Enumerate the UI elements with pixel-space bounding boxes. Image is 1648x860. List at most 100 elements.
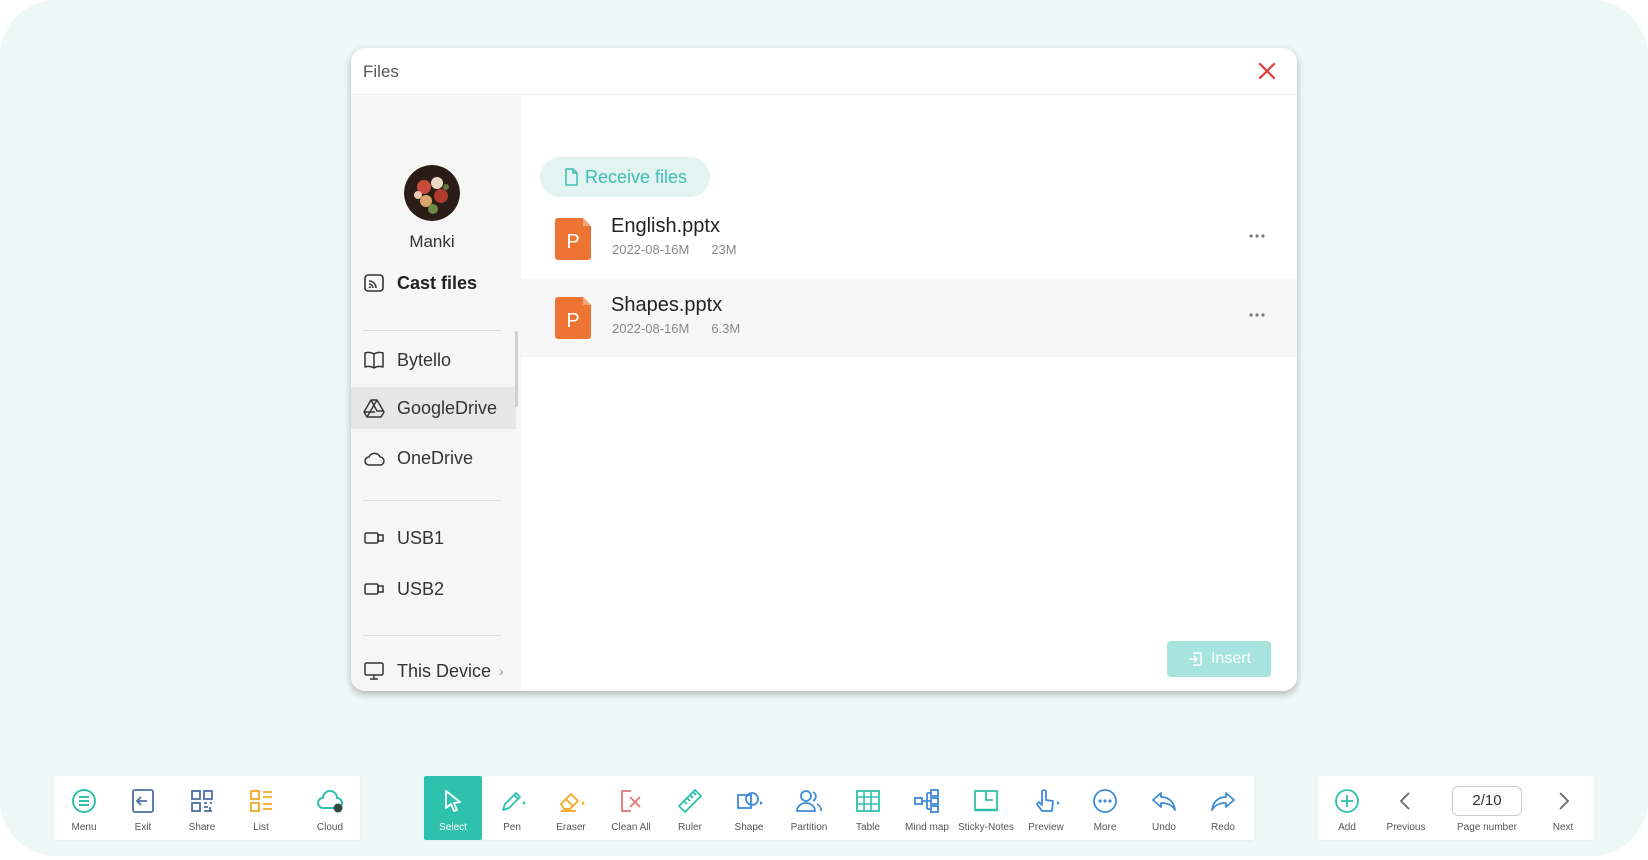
add-label: Add	[1338, 822, 1356, 833]
dialog-title: Files	[363, 62, 399, 81]
exit-icon	[132, 789, 154, 813]
pptx-file-icon: P	[555, 297, 591, 339]
table-tool-button[interactable]: Table	[839, 776, 897, 840]
sidebar-item-googledrive[interactable]: GoogleDrive	[351, 387, 516, 429]
sidebar-item-cast-files[interactable]: Cast files	[351, 262, 516, 304]
redo-icon	[1211, 792, 1235, 811]
shape-label: Shape	[734, 822, 764, 833]
table-label: Table	[856, 822, 880, 833]
page-number-label: Page number	[1456, 822, 1518, 833]
avatar[interactable]	[404, 165, 460, 221]
page-number-field[interactable]: 2/10	[1452, 786, 1522, 816]
redo-button[interactable]: Redo	[1194, 776, 1252, 840]
menu-button[interactable]: Menu	[55, 776, 113, 840]
sticky-note-icon	[974, 790, 998, 812]
previous-page-button[interactable]: Previous	[1377, 776, 1435, 840]
file-list-panel: Receive files P English.pptx 2022-08-16M…	[521, 96, 1297, 691]
more-options-icon[interactable]	[1247, 305, 1267, 325]
file-name: Shapes.pptx	[611, 294, 723, 316]
clean-all-button[interactable]: Clean All	[602, 776, 660, 840]
pen-tool-button[interactable]: Pen	[483, 776, 541, 840]
next-page-button[interactable]: Next	[1534, 776, 1592, 840]
mind-map-button[interactable]: Mind map	[898, 776, 956, 840]
file-icon	[565, 168, 578, 186]
preview-button[interactable]: Preview	[1017, 776, 1075, 840]
svg-text:P: P	[566, 310, 579, 332]
close-icon[interactable]	[1255, 59, 1279, 83]
sidebar-scrollbar[interactable]	[515, 331, 518, 407]
divider	[363, 330, 501, 331]
exit-button[interactable]: Exit	[114, 776, 172, 840]
sidebar-item-onedrive[interactable]: OneDrive	[351, 437, 516, 479]
svg-text:P: P	[566, 231, 579, 253]
add-page-button[interactable]: Add	[1318, 776, 1376, 840]
ruler-icon	[678, 789, 702, 813]
cloud-label: Cloud	[316, 822, 344, 833]
sidebar-item-label: OneDrive	[397, 447, 474, 468]
receive-files-button[interactable]: Receive files	[540, 157, 710, 197]
chevron-right-icon	[1559, 792, 1570, 810]
redo-label: Redo	[1211, 822, 1235, 833]
qr-code-icon	[191, 790, 213, 812]
file-row-shapes[interactable]: P Shapes.pptx 2022-08-16M 6.3M	[521, 279, 1297, 357]
sidebar-item-bytello[interactable]: Bytello	[351, 339, 516, 381]
shape-tool-button[interactable]: Shape	[720, 776, 778, 840]
sidebar-item-usb1[interactable]: USB1	[351, 517, 516, 559]
sidebar-item-label: Cast files	[397, 272, 478, 293]
shape-icon	[737, 792, 763, 809]
usb-icon	[364, 583, 384, 595]
pen-icon	[502, 792, 526, 811]
eraser-tool-button[interactable]: Eraser	[542, 776, 600, 840]
sidebar-item-label: USB2	[397, 578, 445, 599]
dialog-header: Files	[351, 48, 1297, 95]
mind-map-icon	[914, 789, 939, 813]
sidebar-item-label: Bytello	[397, 349, 452, 370]
menu-label: Menu	[71, 822, 97, 833]
sidebar-item-usb2[interactable]: USB2	[351, 568, 516, 610]
undo-label: Undo	[1152, 822, 1176, 833]
file-name: English.pptx	[611, 215, 720, 237]
cast-icon	[364, 274, 384, 292]
sidebar-item-label: This Device	[397, 660, 492, 681]
cloud-icon	[317, 790, 343, 813]
chevron-right-icon: ›	[499, 663, 504, 679]
more-options-icon[interactable]	[1247, 226, 1267, 246]
sticky-notes-button[interactable]: Sticky-Notes	[957, 776, 1015, 840]
preview-label: Preview	[1028, 822, 1064, 833]
file-row-english[interactable]: P English.pptx 2022-08-16M 23M	[521, 200, 1297, 278]
list-icon	[250, 790, 272, 812]
insert-icon	[1188, 652, 1202, 666]
file-date: 2022-08-16M	[612, 242, 690, 257]
toolbar-right: Add Previous 2/10 Page number Next	[1318, 776, 1594, 840]
select-tool-button[interactable]: Select	[424, 776, 482, 840]
file-meta: 2022-08-16M 6.3M	[612, 321, 740, 336]
ruler-label: Ruler	[678, 822, 702, 833]
google-drive-icon	[363, 399, 385, 418]
monitor-icon	[364, 662, 384, 680]
file-date: 2022-08-16M	[612, 321, 690, 336]
cloud-button[interactable]: Cloud	[301, 776, 359, 840]
cloud-icon	[364, 452, 385, 466]
sidebar-item-this-device[interactable]: This Device ›	[351, 650, 516, 691]
more-label: More	[1093, 822, 1117, 833]
file-meta: 2022-08-16M 23M	[612, 242, 737, 257]
file-size: 6.3M	[711, 321, 741, 336]
book-icon	[364, 351, 384, 369]
list-button[interactable]: List	[232, 776, 290, 840]
share-button[interactable]: Share	[173, 776, 231, 840]
undo-button[interactable]: Undo	[1135, 776, 1193, 840]
more-button[interactable]: More	[1076, 776, 1134, 840]
toolbar-left: Menu Exit Share List Cloud	[54, 776, 360, 840]
divider	[363, 635, 501, 636]
files-dialog: Files Manki Cast files Bytello GoogleDri…	[351, 48, 1297, 691]
insert-button[interactable]: Insert	[1167, 641, 1271, 677]
more-icon	[1093, 789, 1117, 813]
hand-pointer-icon	[1036, 789, 1060, 812]
menu-icon	[72, 789, 96, 813]
toolbar-center: Select Pen Eraser Clean All Ruler Shape …	[424, 776, 1254, 840]
chevron-left-icon	[1399, 792, 1410, 810]
pen-label: Pen	[503, 822, 521, 833]
ruler-tool-button[interactable]: Ruler	[661, 776, 719, 840]
partition-button[interactable]: Partition	[780, 776, 838, 840]
next-label: Next	[1552, 822, 1574, 833]
